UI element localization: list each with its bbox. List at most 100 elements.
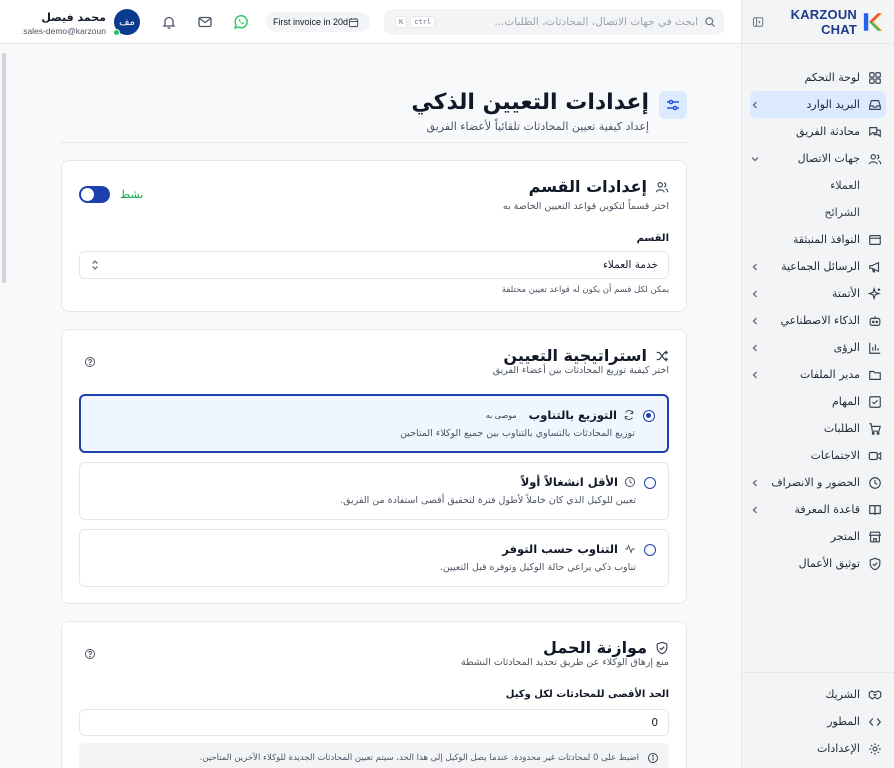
calendar-icon [348,17,359,27]
department-card-title: إعدادات القسم [529,177,669,196]
sidebar-item-inbox[interactable]: البريد الوارد [750,91,886,118]
sidebar-item-label: المتجر [830,530,860,543]
option-title-text: الأقل انشغالاً أولاً [520,475,618,489]
refresh-icon [624,410,634,420]
karzoun-logo-icon [863,12,883,31]
folder-icon [869,370,881,380]
load-subtitle: منع إرهاق الوكلاء عن طريق تحديد المحادثا… [461,657,669,668]
avatar[interactable]: مف [113,9,140,36]
header-icon-box [659,91,687,119]
mail-icon[interactable] [197,14,213,30]
sidebar-item-label: الإعدادات [816,742,860,755]
help-circle-icon[interactable] [84,356,96,368]
search-placeholder: ابحث في جهات الاتصال، المحادثات، الطلبات… [494,16,698,28]
sidebar-item-label: الطلبات [823,422,860,435]
chevron-left-icon [752,371,757,378]
radio-button[interactable] [644,544,656,556]
sidebar-item-tasks[interactable]: المهام [742,388,894,415]
sidebar-item-label: النوافذ المنبثقة [792,233,860,246]
main-content: إعدادات التعيين الذكي إعداد كيفية تعيين … [0,45,741,768]
sidebar-item-attendance[interactable]: الحضور و الانصراف [742,469,894,496]
sidebar-item-orders[interactable]: الطلبات [742,415,894,442]
scrollbar[interactable] [2,53,6,283]
clock-icon [869,476,881,489]
max-chats-input[interactable]: 0 [79,709,669,736]
active-toggle-group: نشط [79,186,143,203]
sidebar-collapse-icon[interactable] [752,15,764,29]
strategy-option-least-busy[interactable]: الأقل انشغالاً أولاً تعيين للوكيل الذي ك… [79,462,669,520]
active-toggle[interactable] [79,186,110,203]
sidebar-item-label: البريد الوارد [806,98,861,111]
sidebar-item-insights[interactable]: الرؤى [742,334,894,361]
shortcut-key-k: K [395,16,408,28]
shortcut-key-ctrl: ctrl [410,16,436,28]
department-field-label: القسم [636,233,669,244]
sidebar-item-label: لوحة التحكم [804,71,860,84]
strategy-option-availability[interactable]: التناوب حسب التوفر تناوب ذكي يراعي حالة … [79,529,669,587]
sidebar-item-dashboard[interactable]: لوحة التحكم [742,64,894,91]
page-subtitle: إعداد كيفية تعيين المحادثات تلقائياً لأع… [426,120,649,133]
assignment-strategy-card: استراتيجية التعيين اختر كيفية توزيع المح… [61,329,687,604]
bell-icon[interactable] [161,14,177,30]
radio-button[interactable] [644,477,656,489]
sidebar-item-contacts[interactable]: جهات الاتصال [742,145,894,172]
option-title: الأقل انشغالاً أولاً [521,475,636,489]
sidebar-subitem-segments[interactable]: الشرائح [742,199,894,226]
book-icon [869,504,881,515]
sidebar-item-label: الأتمتة [832,287,860,300]
first-invoice-badge[interactable]: First invoice in 20d [266,12,371,32]
strategy-option-round-robin[interactable]: التوزيع بالتناوب موصى به توزيع المحادثات… [79,394,669,453]
sidebar-item-settings[interactable]: الإعدادات [741,735,894,762]
load-balancing-card: موازنة الحمل منع إرهاق الوكلاء عن طريق ت… [61,621,687,768]
sidebar-item-label: جهات الاتصال [797,152,860,165]
department-select[interactable]: خدمة العملاء [79,251,669,279]
option-title-text: التوزيع بالتناوب [528,408,617,422]
sidebar-nav: لوحة التحكم البريد الوارد محادثة الفريق … [742,44,894,577]
sidebar-subitem-customers[interactable]: العملاء [742,172,894,199]
sidebar-item-file-manager[interactable]: مدير الملفات [742,361,894,388]
contacts-icon [868,153,882,164]
users-icon [655,181,669,192]
load-info-text: اضبط على 0 لمحادثات غير محدودة. عندما يص… [199,753,639,763]
sidebar-item-knowledge-base[interactable]: قاعدة المعرفة [742,496,894,523]
topbar: ابحث في جهات الاتصال، المحادثات، الطلبات… [0,0,741,44]
option-title-text: التناوب حسب التوفر [502,542,618,556]
sidebar-item-business-verification[interactable]: توثيق الأعمال [742,550,894,577]
chevron-up-down-icon [92,260,98,270]
sparkles-icon [868,286,881,300]
sidebar-item-ai[interactable]: الذكاء الاصطناعي [742,307,894,334]
sidebar-item-label: الشرائح [824,206,860,219]
sidebar-item-popups[interactable]: النوافذ المنبثقة [742,226,894,253]
strategy-card-title: استراتيجية التعيين [503,346,669,365]
sidebar-item-label: محادثة الفريق [796,125,860,138]
popup-icon [869,234,881,245]
chart-icon [869,342,881,354]
whatsapp-icon[interactable] [233,14,249,30]
video-icon [868,451,882,460]
department-hint: يمكن لكل قسم أن يكون له قواعد تعيين مختل… [501,285,669,295]
option-description: توزيع المحادثات بالتساوي بالتناوب بين جم… [400,428,635,439]
page-title: إعدادات التعيين الذكي [411,90,649,115]
chevron-left-icon [752,317,757,324]
chevron-left-icon [752,101,757,108]
search-bar[interactable]: ابحث في جهات الاتصال، المحادثات، الطلبات… [384,9,724,35]
sliders-icon [667,99,679,111]
department-subtitle: اختر قسماً لتكوين قواعد التعيين الخاصة ب… [502,201,669,212]
megaphone-icon [869,261,880,272]
load-info-box: اضبط على 0 لمحادثات غير محدودة. عندما يص… [79,743,669,768]
sidebar-item-label: الحضور و الانصراف [771,476,860,489]
sidebar-item-team-chat[interactable]: محادثة الفريق [742,118,894,145]
sidebar-item-broadcasts[interactable]: الرسائل الجماعية [742,253,894,280]
chevron-left-icon [752,263,757,270]
sidebar-item-partner[interactable]: الشريك [741,681,894,708]
sidebar-item-developer[interactable]: المطور [741,708,894,735]
load-title-text: موازنة الحمل [543,638,647,657]
radio-button[interactable] [643,410,655,422]
sidebar-item-store[interactable]: المتجر [742,523,894,550]
header-divider [61,142,687,143]
department-select-value: خدمة العملاء [602,259,658,271]
sidebar-item-meetings[interactable]: الاجتماعات [742,442,894,469]
help-circle-icon[interactable] [84,648,96,660]
option-description: تناوب ذكي يراعي حالة الوكيل وتوفره قبل ا… [439,562,636,573]
sidebar-item-automation[interactable]: الأتمتة [742,280,894,307]
